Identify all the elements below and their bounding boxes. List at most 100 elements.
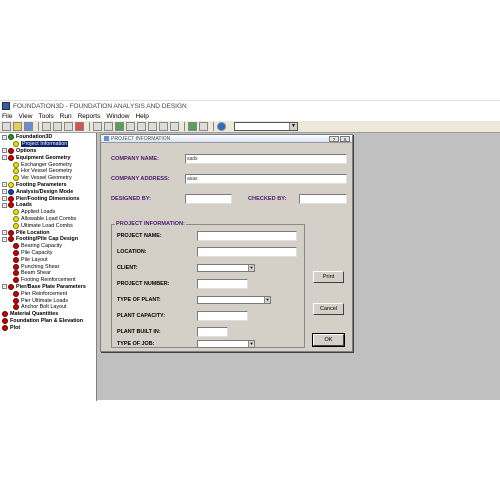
chevron-down-icon[interactable]: ▼ xyxy=(248,341,254,347)
tree-expander-icon[interactable]: - xyxy=(2,182,7,188)
book-icon[interactable] xyxy=(188,122,197,131)
tree-item[interactable]: Hor Vessel Geometry xyxy=(0,168,96,175)
new-file-icon[interactable] xyxy=(2,122,11,131)
tree-item-label: Hor Vessel Geometry xyxy=(21,168,73,175)
save-icon[interactable] xyxy=(24,122,33,131)
project-number-field[interactable] xyxy=(197,279,248,289)
plot-icon[interactable] xyxy=(159,122,168,131)
tree-expander-icon[interactable]: - xyxy=(2,284,7,290)
toolbar-separator xyxy=(38,122,39,131)
tree-item-label: Pile Layout xyxy=(21,256,48,263)
tree-item[interactable]: - Pier/Footing Dimensions xyxy=(0,195,96,202)
tree-item-label: Loads xyxy=(16,202,32,209)
dialog-help-button[interactable]: ? xyxy=(329,136,339,142)
menu-tools[interactable]: Tools xyxy=(38,113,53,120)
tree-expander-icon[interactable]: - xyxy=(2,148,7,154)
designed-by-field[interactable] xyxy=(185,194,232,204)
tree-item[interactable]: Pile Capacity xyxy=(0,249,96,257)
client-label: CLIENT: xyxy=(117,265,138,271)
menu-help[interactable]: Help xyxy=(135,113,148,120)
run-icon[interactable] xyxy=(115,122,124,131)
tree-item-label: Plot xyxy=(10,324,21,331)
tree-item[interactable]: - Footing Parameters xyxy=(0,181,96,189)
tree-item[interactable]: - Pile Location xyxy=(0,229,96,236)
tree-item[interactable]: - Analysis/Design Mode xyxy=(0,188,96,195)
menu-reports[interactable]: Reports xyxy=(78,113,101,120)
chevron-down-icon[interactable]: ▼ xyxy=(248,265,254,271)
toolbar-combo[interactable]: ▼ xyxy=(234,122,298,131)
tree-item[interactable]: Exchanger Geometry xyxy=(0,161,96,168)
tree-item[interactable]: - Pier/Base Plate Parameters xyxy=(0,283,96,291)
tree-expander-icon[interactable]: - xyxy=(2,202,7,208)
tree-expander-icon[interactable]: - xyxy=(2,155,7,161)
location-field[interactable] xyxy=(197,247,297,257)
cancel-button[interactable]: Cancel xyxy=(313,303,344,315)
ok-button[interactable]: OK xyxy=(312,333,345,347)
tree-expander-icon[interactable]: - xyxy=(2,236,7,242)
tree-item[interactable]: - Foundation3D xyxy=(0,134,96,141)
tree-item-label: Options xyxy=(16,147,37,154)
dialog-icon xyxy=(104,136,109,141)
help-icon[interactable] xyxy=(199,122,208,131)
tree-expander-icon[interactable]: - xyxy=(2,230,7,236)
tree-expander-icon[interactable]: - xyxy=(2,196,7,202)
tree-item[interactable]: Footing Reinforcement xyxy=(0,277,96,284)
delete-icon[interactable] xyxy=(75,122,84,131)
project-name-label: PROJECT NAME: xyxy=(117,233,162,239)
copy-icon[interactable] xyxy=(53,122,62,131)
table-icon[interactable] xyxy=(137,122,146,131)
status-indicator-icon xyxy=(13,297,19,304)
tree-item[interactable]: - Footing/Pile Cap Design xyxy=(0,236,96,243)
settings-icon[interactable] xyxy=(170,122,179,131)
cut-icon[interactable] xyxy=(42,122,51,131)
tree-expander-icon[interactable]: - xyxy=(2,134,7,140)
tree-item[interactable]: Bearing Capacity xyxy=(0,243,96,250)
tree-item[interactable]: Punching Shear xyxy=(0,263,96,270)
tree-item[interactable]: Material Quantities xyxy=(0,311,96,318)
print-icon[interactable] xyxy=(93,122,102,131)
report-icon[interactable] xyxy=(148,122,157,131)
open-folder-icon[interactable] xyxy=(13,122,22,131)
tree-expander-icon[interactable]: - xyxy=(2,189,7,195)
tree-item[interactable]: Pier Reinforcement xyxy=(0,290,96,297)
project-number-label: PROJECT NUMBER: xyxy=(117,281,170,287)
tree-item[interactable]: - Equipment Geometry xyxy=(0,154,96,161)
tree-item-label: Applied Loads xyxy=(21,209,56,216)
tree-item[interactable]: Pier Ultimate Loads xyxy=(0,297,96,304)
paste-icon[interactable] xyxy=(64,122,73,131)
menu-run[interactable]: Run xyxy=(60,113,72,120)
company-address-field[interactable]: asas xyxy=(185,174,347,184)
dialog-close-button[interactable]: X xyxy=(340,136,350,142)
tree-item[interactable]: Pile Layout xyxy=(0,256,96,263)
menu-view[interactable]: View xyxy=(18,113,32,120)
print-preview-icon[interactable] xyxy=(104,122,113,131)
chevron-down-icon[interactable]: ▼ xyxy=(289,123,297,130)
menu-window[interactable]: Window xyxy=(106,113,129,120)
tree-item[interactable]: - Loads xyxy=(0,202,96,209)
globe-icon[interactable] xyxy=(217,122,226,131)
tree-item[interactable]: Ver Vessel Geometry xyxy=(0,175,96,182)
print-button[interactable]: Print xyxy=(313,271,344,283)
tree-item[interactable]: Applied Loads xyxy=(0,209,96,216)
tree-item[interactable]: Ultimate Load Combs xyxy=(0,222,96,229)
tree-item[interactable]: Anchor Bolt Layout xyxy=(0,304,96,311)
client-select[interactable]: ▼ xyxy=(197,264,255,272)
tree-item[interactable]: Plot xyxy=(0,324,96,331)
tree-item[interactable]: Project Information xyxy=(0,141,96,148)
tree-item-label: Allowable Load Combs xyxy=(21,215,77,222)
project-name-field[interactable] xyxy=(197,231,297,241)
calculator-icon[interactable] xyxy=(126,122,135,131)
chevron-down-icon[interactable]: ▼ xyxy=(264,297,270,303)
menu-file[interactable]: File xyxy=(2,113,12,120)
tree-item[interactable]: Allowable Load Combs xyxy=(0,215,96,223)
type-of-plant-select[interactable]: ▼ xyxy=(197,296,271,304)
checked-by-field[interactable] xyxy=(299,194,347,204)
tree-item-label: Pier/Base Plate Parameters xyxy=(16,283,86,290)
plant-built-in-field[interactable] xyxy=(197,327,228,337)
company-name-field[interactable]: sads xyxy=(185,154,347,164)
plant-capacity-field[interactable] xyxy=(197,311,248,321)
type-of-job-select[interactable]: ▼ xyxy=(197,340,255,348)
tree-item[interactable]: Beam Shear xyxy=(0,270,96,277)
tree-item[interactable]: Foundation Plan & Elevation xyxy=(0,317,96,325)
tree-item[interactable]: - Options xyxy=(0,147,96,155)
